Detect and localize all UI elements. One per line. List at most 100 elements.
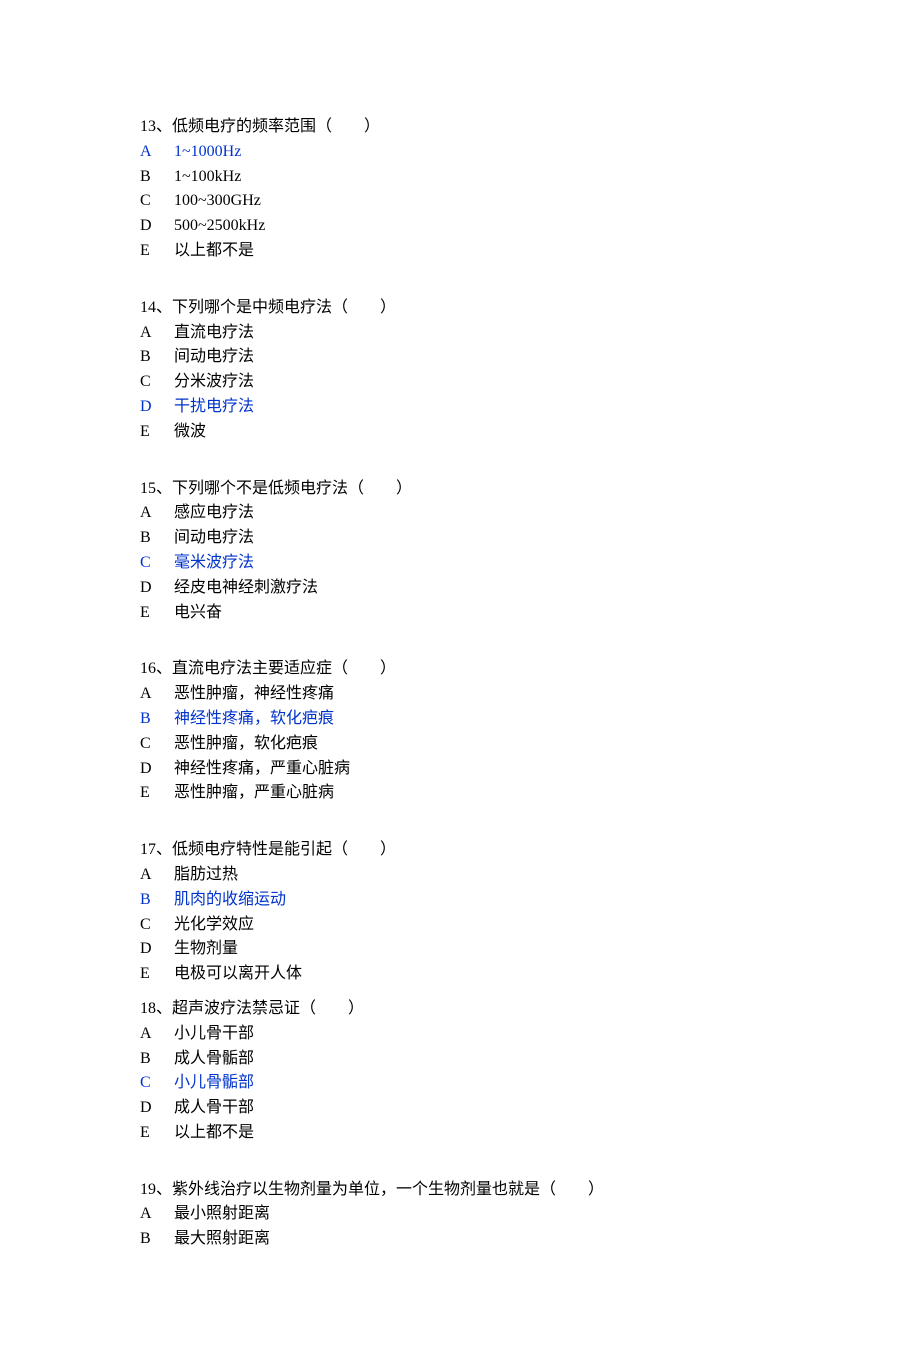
spacer — [140, 455, 780, 477]
question-stem: 13、低频电疗的频率范围（ ） — [140, 115, 780, 140]
option-row: B肌肉的收缩运动 — [140, 888, 780, 913]
option-row: A1~1000Hz — [140, 140, 780, 165]
option-letter: E — [140, 601, 174, 626]
option-text: 小儿骨干部 — [174, 1022, 254, 1047]
option-letter: D — [140, 1096, 174, 1121]
option-text: 间动电疗法 — [174, 526, 254, 551]
question-19: 19、紫外线治疗以生物剂量为单位，一个生物剂量也就是（ ）A最小照射距离B最大照… — [140, 1178, 780, 1252]
option-letter: C — [140, 551, 174, 576]
option-text: 感应电疗法 — [174, 501, 254, 526]
option-letter: D — [140, 937, 174, 962]
option-letter: D — [140, 395, 174, 420]
option-letter: A — [140, 501, 174, 526]
option-letter: C — [140, 732, 174, 757]
option-text: 电兴奋 — [174, 601, 222, 626]
option-text: 间动电疗法 — [174, 345, 254, 370]
option-row: E以上都不是 — [140, 239, 780, 264]
option-letter: C — [140, 913, 174, 938]
option-text: 以上都不是 — [174, 1121, 254, 1146]
option-text: 成人骨骺部 — [174, 1047, 254, 1072]
option-text: 生物剂量 — [174, 937, 238, 962]
option-letter: A — [140, 863, 174, 888]
option-text: 恶性肿瘤，软化疤痕 — [174, 732, 318, 757]
option-letter: D — [140, 576, 174, 601]
option-row: C光化学效应 — [140, 913, 780, 938]
question-stem: 18、超声波疗法禁忌证（ ） — [140, 997, 780, 1022]
option-row: A恶性肿瘤，神经性疼痛 — [140, 682, 780, 707]
option-text: 恶性肿瘤，神经性疼痛 — [174, 682, 334, 707]
question-14: 14、下列哪个是中频电疗法（ ）A直流电疗法B间动电疗法C分米波疗法D干扰电疗法… — [140, 296, 780, 445]
option-letter: C — [140, 189, 174, 214]
option-row: A脂肪过热 — [140, 863, 780, 888]
option-text: 小儿骨骺部 — [174, 1071, 254, 1096]
option-row: C小儿骨骺部 — [140, 1071, 780, 1096]
option-letter: E — [140, 1121, 174, 1146]
question-13: 13、低频电疗的频率范围（ ）A1~1000HzB1~100kHzC100~30… — [140, 115, 780, 264]
option-text: 最小照射距离 — [174, 1202, 270, 1227]
option-row: C分米波疗法 — [140, 370, 780, 395]
option-row: B间动电疗法 — [140, 526, 780, 551]
option-row: D生物剂量 — [140, 937, 780, 962]
option-row: B1~100kHz — [140, 165, 780, 190]
option-letter: B — [140, 707, 174, 732]
option-row: D成人骨干部 — [140, 1096, 780, 1121]
question-stem: 19、紫外线治疗以生物剂量为单位，一个生物剂量也就是（ ） — [140, 1178, 780, 1203]
option-letter: D — [140, 214, 174, 239]
option-text: 经皮电神经刺激疗法 — [174, 576, 318, 601]
option-letter: A — [140, 682, 174, 707]
option-letter: A — [140, 1202, 174, 1227]
option-row: B成人骨骺部 — [140, 1047, 780, 1072]
option-text: 100~300GHz — [174, 189, 261, 214]
option-row: A最小照射距离 — [140, 1202, 780, 1227]
option-text: 微波 — [174, 420, 206, 445]
option-row: E微波 — [140, 420, 780, 445]
option-row: E电极可以离开人体 — [140, 962, 780, 987]
spacer — [140, 816, 780, 838]
option-letter: A — [140, 1022, 174, 1047]
option-row: C恶性肿瘤，软化疤痕 — [140, 732, 780, 757]
option-row: B神经性疼痛，软化疤痕 — [140, 707, 780, 732]
option-text: 恶性肿瘤，严重心脏病 — [174, 781, 334, 806]
option-row: D神经性疼痛，严重心脏病 — [140, 757, 780, 782]
option-text: 分米波疗法 — [174, 370, 254, 395]
option-letter: B — [140, 888, 174, 913]
option-letter: E — [140, 420, 174, 445]
option-text: 1~1000Hz — [174, 140, 241, 165]
option-text: 1~100kHz — [174, 165, 241, 190]
option-text: 干扰电疗法 — [174, 395, 254, 420]
spacer — [140, 635, 780, 657]
option-letter: D — [140, 757, 174, 782]
option-text: 脂肪过热 — [174, 863, 238, 888]
option-letter: A — [140, 140, 174, 165]
option-text: 成人骨干部 — [174, 1096, 254, 1121]
option-letter: B — [140, 345, 174, 370]
question-stem: 17、低频电疗特性是能引起（ ） — [140, 838, 780, 863]
option-letter: B — [140, 1047, 174, 1072]
option-text: 电极可以离开人体 — [174, 962, 302, 987]
option-letter: B — [140, 165, 174, 190]
option-row: B最大照射距离 — [140, 1227, 780, 1252]
question-stem: 15、下列哪个不是低频电疗法（ ） — [140, 477, 780, 502]
option-letter: A — [140, 321, 174, 346]
option-row: C毫米波疗法 — [140, 551, 780, 576]
option-row: B间动电疗法 — [140, 345, 780, 370]
option-letter: C — [140, 370, 174, 395]
option-row: D500~2500kHz — [140, 214, 780, 239]
option-letter: C — [140, 1071, 174, 1096]
option-text: 毫米波疗法 — [174, 551, 254, 576]
option-text: 最大照射距离 — [174, 1227, 270, 1252]
option-letter: B — [140, 1227, 174, 1252]
question-18: 18、超声波疗法禁忌证（ ）A小儿骨干部B成人骨骺部C小儿骨骺部D成人骨干部E以… — [140, 997, 780, 1146]
option-letter: B — [140, 526, 174, 551]
question-17: 17、低频电疗特性是能引起（ ）A脂肪过热B肌肉的收缩运动C光化学效应D生物剂量… — [140, 838, 780, 987]
question-stem: 16、直流电疗法主要适应症（ ） — [140, 657, 780, 682]
option-row: E电兴奋 — [140, 601, 780, 626]
option-text: 神经性疼痛，严重心脏病 — [174, 757, 350, 782]
option-text: 肌肉的收缩运动 — [174, 888, 286, 913]
question-stem: 14、下列哪个是中频电疗法（ ） — [140, 296, 780, 321]
question-15: 15、下列哪个不是低频电疗法（ ）A感应电疗法B间动电疗法C毫米波疗法D经皮电神… — [140, 477, 780, 626]
option-text: 以上都不是 — [174, 239, 254, 264]
option-row: A直流电疗法 — [140, 321, 780, 346]
question-16: 16、直流电疗法主要适应症（ ）A恶性肿瘤，神经性疼痛B神经性疼痛，软化疤痕C恶… — [140, 657, 780, 806]
option-row: C100~300GHz — [140, 189, 780, 214]
